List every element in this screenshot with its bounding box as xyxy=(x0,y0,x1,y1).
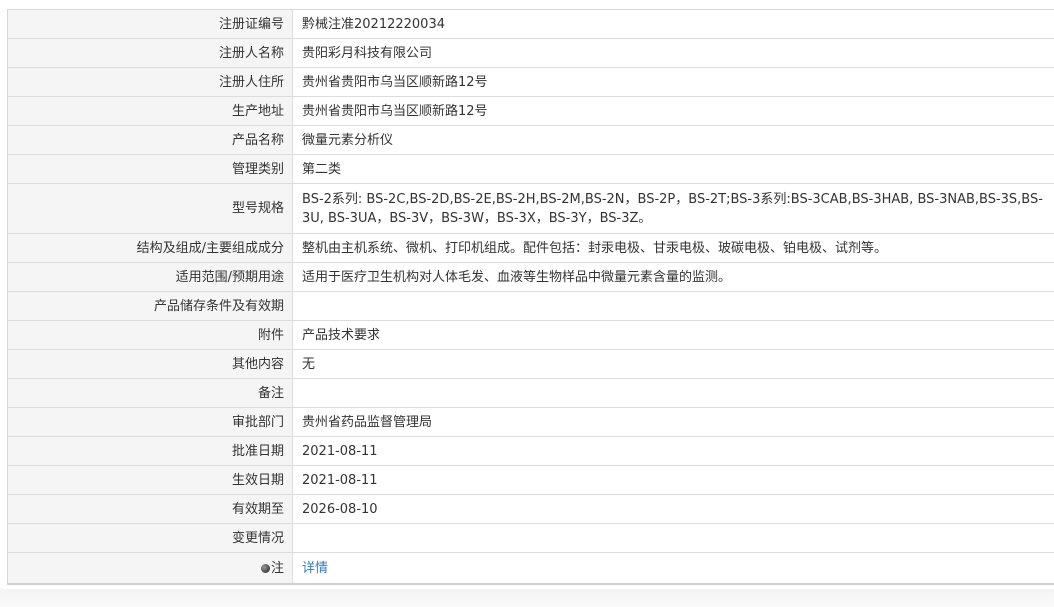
row-label: 有效期至 xyxy=(7,494,293,524)
row-value: 无 xyxy=(292,349,1054,379)
row-value: 微量元素分析仪 xyxy=(292,125,1054,155)
row-label: 批准日期 xyxy=(7,436,293,466)
row-label: 产品储存条件及有效期 xyxy=(7,291,293,321)
row-label: 审批部门 xyxy=(7,407,293,437)
table-row: 产品名称 微量元素分析仪 xyxy=(7,125,1054,155)
row-value: 2026-08-10 xyxy=(292,494,1054,524)
row-label: 注册人住所 xyxy=(7,67,293,97)
row-value: 适用于医疗卫生机构对人体毛发、血液等生物样品中微量元素含量的监测。 xyxy=(292,262,1054,292)
table-row: 审批部门 贵州省药品监督管理局 xyxy=(7,407,1054,437)
row-value xyxy=(292,378,1054,408)
row-value: 第二类 xyxy=(292,154,1054,184)
row-label: 产品名称 xyxy=(7,125,293,155)
note-value-cell: 详情 xyxy=(292,552,1054,585)
row-label: 型号规格 xyxy=(7,183,293,234)
row-label: 附件 xyxy=(7,320,293,350)
details-link[interactable]: 详情 xyxy=(302,561,328,576)
row-value: 2021-08-11 xyxy=(292,436,1054,466)
table-row: 其他内容 无 xyxy=(7,349,1054,379)
table-row: 产品储存条件及有效期 xyxy=(7,291,1054,321)
row-value: 贵州省药品监督管理局 xyxy=(292,407,1054,437)
row-label: 其他内容 xyxy=(7,349,293,379)
row-value: 贵阳彩月科技有限公司 xyxy=(292,38,1054,68)
row-label: 生产地址 xyxy=(7,96,293,126)
row-label: 结构及组成/主要组成成分 xyxy=(7,233,293,263)
table-row: 管理类别 第二类 xyxy=(7,154,1054,184)
table-row: 批准日期 2021-08-11 xyxy=(7,436,1054,466)
row-value xyxy=(292,291,1054,321)
table-row: 适用范围/预期用途 适用于医疗卫生机构对人体毛发、血液等生物样品中微量元素含量的… xyxy=(7,262,1054,292)
row-value: BS-2系列: BS-2C,BS-2D,BS-2E,BS-2H,BS-2M,BS… xyxy=(292,183,1054,234)
registration-detail-table: 注册证编号 黔械注准20212220034 注册人名称 贵阳彩月科技有限公司 注… xyxy=(7,9,1054,585)
table-row: 注册人名称 贵阳彩月科技有限公司 xyxy=(7,38,1054,68)
bullet-icon xyxy=(260,563,270,573)
table-row: 变更情况 xyxy=(7,523,1054,553)
table-row: 有效期至 2026-08-10 xyxy=(7,494,1054,524)
table-row: 结构及组成/主要组成成分 整机由主机系统、微机、打印机组成。配件包括：封汞电极、… xyxy=(7,233,1054,263)
table-row: 附件 产品技术要求 xyxy=(7,320,1054,350)
note-label-cell: 注 xyxy=(7,552,293,585)
row-value: 黔械注准20212220034 xyxy=(292,9,1054,39)
table-row: 生产地址 贵州省贵阳市乌当区顺新路12号 xyxy=(7,96,1054,126)
row-value: 2021-08-11 xyxy=(292,465,1054,495)
note-label: 注 xyxy=(270,560,284,576)
row-value: 产品技术要求 xyxy=(292,320,1054,350)
table-row: 型号规格 BS-2系列: BS-2C,BS-2D,BS-2E,BS-2H,BS-… xyxy=(7,183,1054,234)
row-label: 管理类别 xyxy=(7,154,293,184)
row-label: 生效日期 xyxy=(7,465,293,495)
note-row: 注 详情 xyxy=(7,552,1054,585)
table-row: 注册证编号 黔械注准20212220034 xyxy=(7,9,1054,39)
table-row: 注册人住所 贵州省贵阳市乌当区顺新路12号 xyxy=(7,67,1054,97)
row-label: 注册证编号 xyxy=(7,9,293,39)
page-bottom-strip xyxy=(0,589,1054,607)
row-value: 整机由主机系统、微机、打印机组成。配件包括：封汞电极、甘汞电极、玻碳电极、铂电极… xyxy=(292,233,1054,263)
row-value: 贵州省贵阳市乌当区顺新路12号 xyxy=(292,96,1054,126)
row-label: 适用范围/预期用途 xyxy=(7,262,293,292)
table-row: 备注 xyxy=(7,378,1054,408)
row-label: 备注 xyxy=(7,378,293,408)
row-label: 变更情况 xyxy=(7,523,293,553)
page: 注册证编号 黔械注准20212220034 注册人名称 贵阳彩月科技有限公司 注… xyxy=(0,0,1054,607)
row-value: 贵州省贵阳市乌当区顺新路12号 xyxy=(292,67,1054,97)
row-value xyxy=(292,523,1054,553)
table-row: 生效日期 2021-08-11 xyxy=(7,465,1054,495)
row-label: 注册人名称 xyxy=(7,38,293,68)
